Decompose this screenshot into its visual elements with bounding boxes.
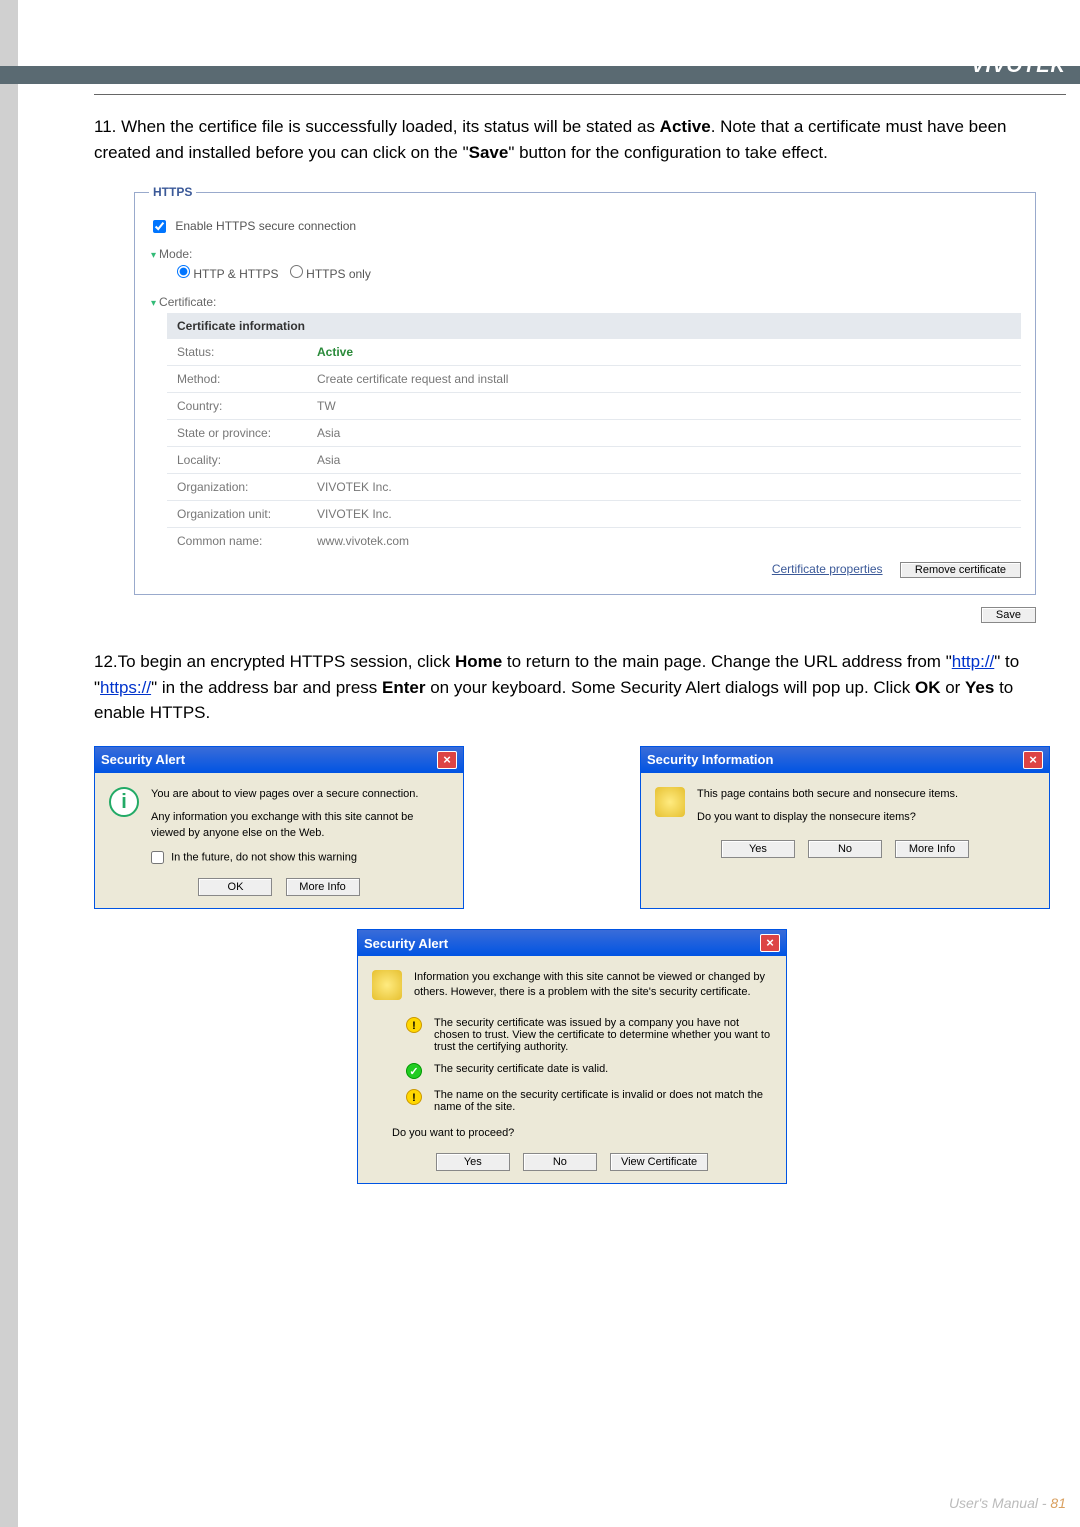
dialog-title: Security Information	[647, 752, 773, 767]
certinfo-row: Organization:VIVOTEK Inc.	[167, 473, 1021, 500]
more-info-button[interactable]: More Info	[286, 878, 360, 896]
step11-suffix: " button for the configuration to take e…	[508, 143, 827, 162]
no-button[interactable]: No	[808, 840, 882, 858]
security-alert-dialog-2: Security Alert × Information you exchang…	[357, 929, 787, 1184]
https-panel: HTTPS Enable HTTPS secure connection ▾Mo…	[134, 185, 1036, 595]
mode-opt2[interactable]: HTTPS only	[290, 267, 371, 281]
certinfo-row: Locality:Asia	[167, 446, 1021, 473]
https-link[interactable]: https://	[100, 678, 151, 697]
warning-icon: !	[406, 1089, 422, 1105]
future-warning-row: In the future, do not show this warning	[151, 851, 449, 864]
proceed-question: Do you want to proceed?	[392, 1127, 772, 1139]
security-information-dialog: Security Information × This page contain…	[640, 746, 1050, 909]
certinfo-row: State or province:Asia	[167, 419, 1021, 446]
yes-button[interactable]: Yes	[721, 840, 795, 858]
enable-https-checkbox[interactable]	[153, 220, 166, 233]
mode-radio-both[interactable]	[177, 265, 190, 278]
step11-save: Save	[469, 143, 509, 162]
https-legend: HTTPS	[149, 185, 196, 199]
status-value: Active	[317, 345, 1011, 359]
certinfo-row: Common name:www.vivotek.com	[167, 527, 1021, 554]
dialog-text: You are about to view pages over a secur…	[151, 787, 449, 841]
cert-valid-item: ✓ The security certificate date is valid…	[406, 1063, 772, 1079]
certinfo-head: Certificate information	[167, 313, 1021, 339]
future-warning-checkbox[interactable]	[151, 851, 164, 864]
dialog-titlebar: Security Alert ×	[95, 747, 463, 773]
certificate-label: Certificate:	[159, 295, 216, 309]
dialog-titlebar: Security Information ×	[641, 747, 1049, 773]
step11-prefix: 11. When the certifice file is successfu…	[94, 117, 660, 136]
caret-icon: ▾	[151, 250, 156, 261]
dialog-intro: Information you exchange with this site …	[414, 970, 772, 1007]
dialog-title: Security Alert	[364, 936, 448, 951]
footer: User's Manual - 81	[949, 1495, 1066, 1511]
caret-icon: ▾	[151, 298, 156, 309]
step11-active: Active	[660, 117, 711, 136]
certinfo-row: Status:Active	[167, 339, 1021, 365]
close-icon[interactable]: ×	[1023, 751, 1043, 769]
dialog-text: This page contains both secure and nonse…	[697, 787, 1035, 826]
yes-button[interactable]: Yes	[436, 1153, 510, 1171]
cert-issue-item: ! The security certificate was issued by…	[406, 1017, 772, 1053]
header-rule	[94, 94, 1066, 95]
info-lock-icon: i	[109, 787, 141, 841]
warning-icon: !	[406, 1017, 422, 1033]
remove-certificate-button[interactable]: Remove certificate	[900, 562, 1021, 578]
security-alert-dialog-1: Security Alert × i You are about to view…	[94, 746, 464, 909]
ok-button[interactable]: OK	[198, 878, 272, 896]
http-link[interactable]: http://	[952, 652, 995, 671]
certinfo-row: Method:Create certificate request and in…	[167, 365, 1021, 392]
cert-button-row: Certificate properties Remove certificat…	[167, 554, 1021, 578]
header-band	[0, 66, 1080, 84]
step-11-text: 11. When the certifice file is successfu…	[94, 114, 1050, 165]
certinfo-row: Country:TW	[167, 392, 1021, 419]
more-info-button[interactable]: More Info	[895, 840, 969, 858]
close-icon[interactable]: ×	[437, 751, 457, 769]
mode-options: HTTP & HTTPS HTTPS only	[177, 265, 1021, 281]
lock-warning-icon	[372, 970, 404, 1007]
dialog-titlebar: Security Alert ×	[358, 930, 786, 956]
mode-opt1[interactable]: HTTP & HTTPS	[177, 267, 278, 281]
save-button[interactable]: Save	[981, 607, 1036, 623]
mode-label: Mode:	[159, 247, 192, 261]
step-12-text: 12.To begin an encrypted HTTPS session, …	[94, 649, 1050, 726]
page-number: 81	[1050, 1495, 1066, 1511]
enable-https-row: Enable HTTPS secure connection	[153, 219, 1021, 233]
footer-text: User's Manual -	[949, 1495, 1050, 1511]
enable-https-label: Enable HTTPS secure connection	[175, 219, 356, 233]
mode-radio-https-only[interactable]	[290, 265, 303, 278]
brand: VIVOTEK	[971, 55, 1066, 78]
certificate-properties-link[interactable]: Certificate properties	[772, 562, 883, 576]
close-icon[interactable]: ×	[760, 934, 780, 952]
no-button[interactable]: No	[523, 1153, 597, 1171]
mode-header[interactable]: ▾Mode:	[151, 247, 1021, 261]
lock-warning-icon	[655, 787, 687, 826]
certinfo-row: Organization unit:VIVOTEK Inc.	[167, 500, 1021, 527]
dialog-title: Security Alert	[101, 752, 185, 767]
certinfo-body: Status:Active Method:Create certificate …	[167, 339, 1021, 554]
view-certificate-button[interactable]: View Certificate	[610, 1153, 708, 1171]
certificate-header[interactable]: ▾Certificate:	[151, 295, 1021, 309]
checkmark-icon: ✓	[406, 1063, 422, 1079]
cert-name-item: ! The name on the security certificate i…	[406, 1089, 772, 1113]
future-warning-label: In the future, do not show this warning	[171, 851, 357, 863]
